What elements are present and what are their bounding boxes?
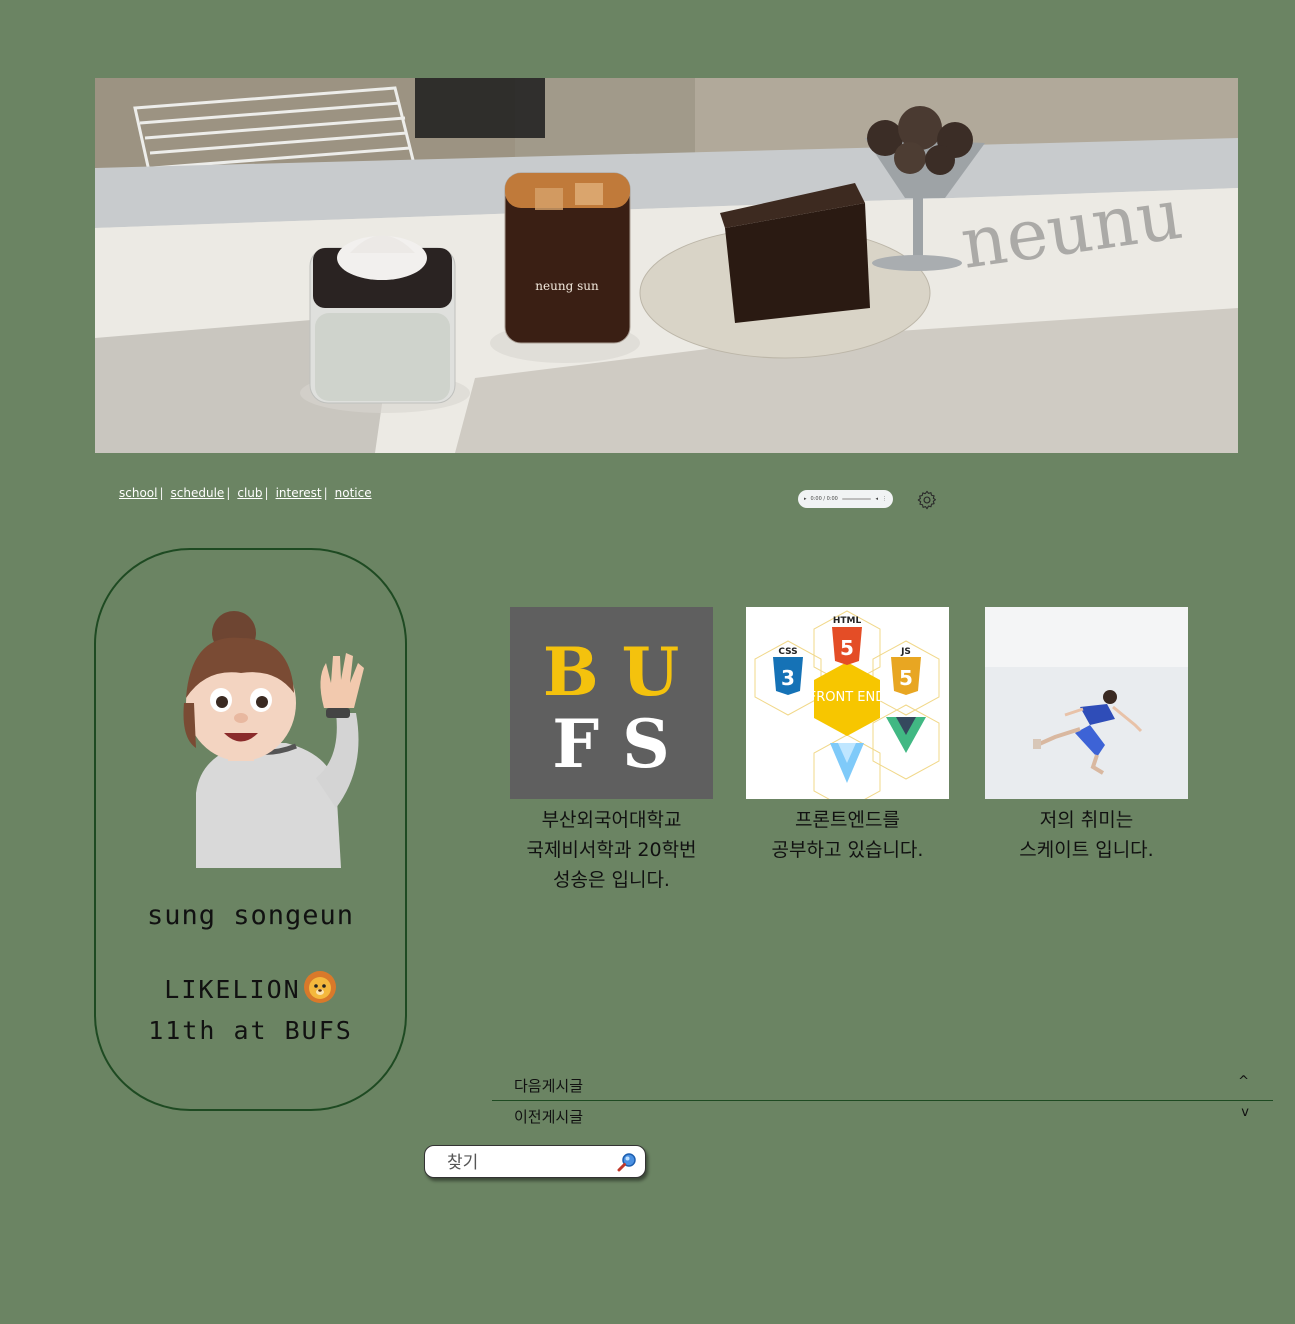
nav-separator: |	[159, 486, 164, 500]
nav-separator: |	[264, 486, 269, 500]
top-nav: school | schedule | club | interest | no…	[119, 486, 372, 500]
svg-text:CSS: CSS	[778, 647, 797, 657]
nav-link-schedule[interactable]: schedule	[171, 486, 225, 500]
profile-cohort: 11th at BUFS	[148, 1016, 353, 1045]
profile-club: LIKELION	[164, 975, 301, 1004]
svg-text:5: 5	[899, 666, 913, 690]
nav-separator: |	[323, 486, 328, 500]
intro-card-school: B U F S 부산외국어대학교 국제비서학과 20학번 성송은 입니다.	[510, 607, 713, 895]
bufs-logo: B U F S	[510, 607, 713, 799]
bufs-logo-top: B U	[543, 633, 679, 711]
more-options-icon[interactable]: ⋮	[882, 496, 887, 502]
profile-card: sung songeun LIKELION 11th at BUFS	[94, 548, 407, 1111]
audio-time: 0:00 / 0:00	[810, 496, 838, 502]
prev-post-link[interactable]: 이전게시글 v	[492, 1101, 1273, 1131]
profile-club-line: LIKELION	[96, 970, 405, 1004]
intro-card-frontend: FRONT END HTML 5 CSS 3 JS 5 프론트엔드를 공부하고 …	[746, 607, 949, 865]
audio-progress-bar[interactable]	[841, 498, 872, 500]
post-navigation: 다음게시글 ^ 이전게시글 v	[492, 1070, 1273, 1131]
nav-link-club[interactable]: club	[237, 486, 262, 500]
bufs-logo-bottom: F S	[552, 705, 670, 783]
play-icon[interactable]: ▸	[804, 496, 807, 502]
volume-icon[interactable]: ◂	[875, 496, 878, 502]
svg-text:3: 3	[781, 666, 795, 690]
lion-icon	[303, 971, 336, 1003]
cup-lettering: neung sun	[535, 279, 599, 293]
chevron-up-icon: ^	[1238, 1074, 1249, 1089]
gear-icon[interactable]	[916, 489, 938, 511]
prev-post-label: 이전게시글	[514, 1107, 584, 1126]
intro-card-hobby: 저의 취미는 스케이트 입니다.	[985, 607, 1188, 865]
nav-link-school[interactable]: school	[119, 486, 157, 500]
svg-text:5: 5	[840, 636, 854, 660]
figure-skater-image	[985, 607, 1188, 799]
audio-player[interactable]: ▸ 0:00 / 0:00 ◂ ⋮	[798, 490, 893, 508]
card-caption-hobby: 저의 취미는 스케이트 입니다.	[1019, 809, 1154, 861]
chevron-down-icon: v	[1241, 1105, 1249, 1120]
nav-separator: |	[226, 486, 231, 500]
search-input[interactable]	[445, 1150, 614, 1176]
search-icon[interactable]	[617, 1152, 637, 1172]
next-post-link[interactable]: 다음게시글 ^	[492, 1070, 1273, 1100]
svg-text:HTML: HTML	[833, 616, 862, 626]
card-caption-frontend: 프론트엔드를 공부하고 있습니다.	[771, 809, 924, 861]
card-caption-school: 부산외국어대학교 국제비서학과 20학번 성송은 입니다.	[526, 809, 697, 891]
svg-text:JS: JS	[900, 647, 911, 657]
header-banner-image: neunu neung sun	[95, 78, 1238, 453]
profile-name: sung songeun	[146, 900, 355, 931]
next-post-label: 다음게시글	[514, 1076, 584, 1095]
nav-link-notice[interactable]: notice	[335, 486, 372, 500]
frontend-tech-image: FRONT END HTML 5 CSS 3 JS 5	[746, 607, 949, 799]
search-box	[424, 1145, 646, 1178]
avatar	[183, 611, 364, 868]
nav-link-interest[interactable]: interest	[276, 486, 322, 500]
frontend-center-label: FRONT END	[809, 690, 886, 705]
